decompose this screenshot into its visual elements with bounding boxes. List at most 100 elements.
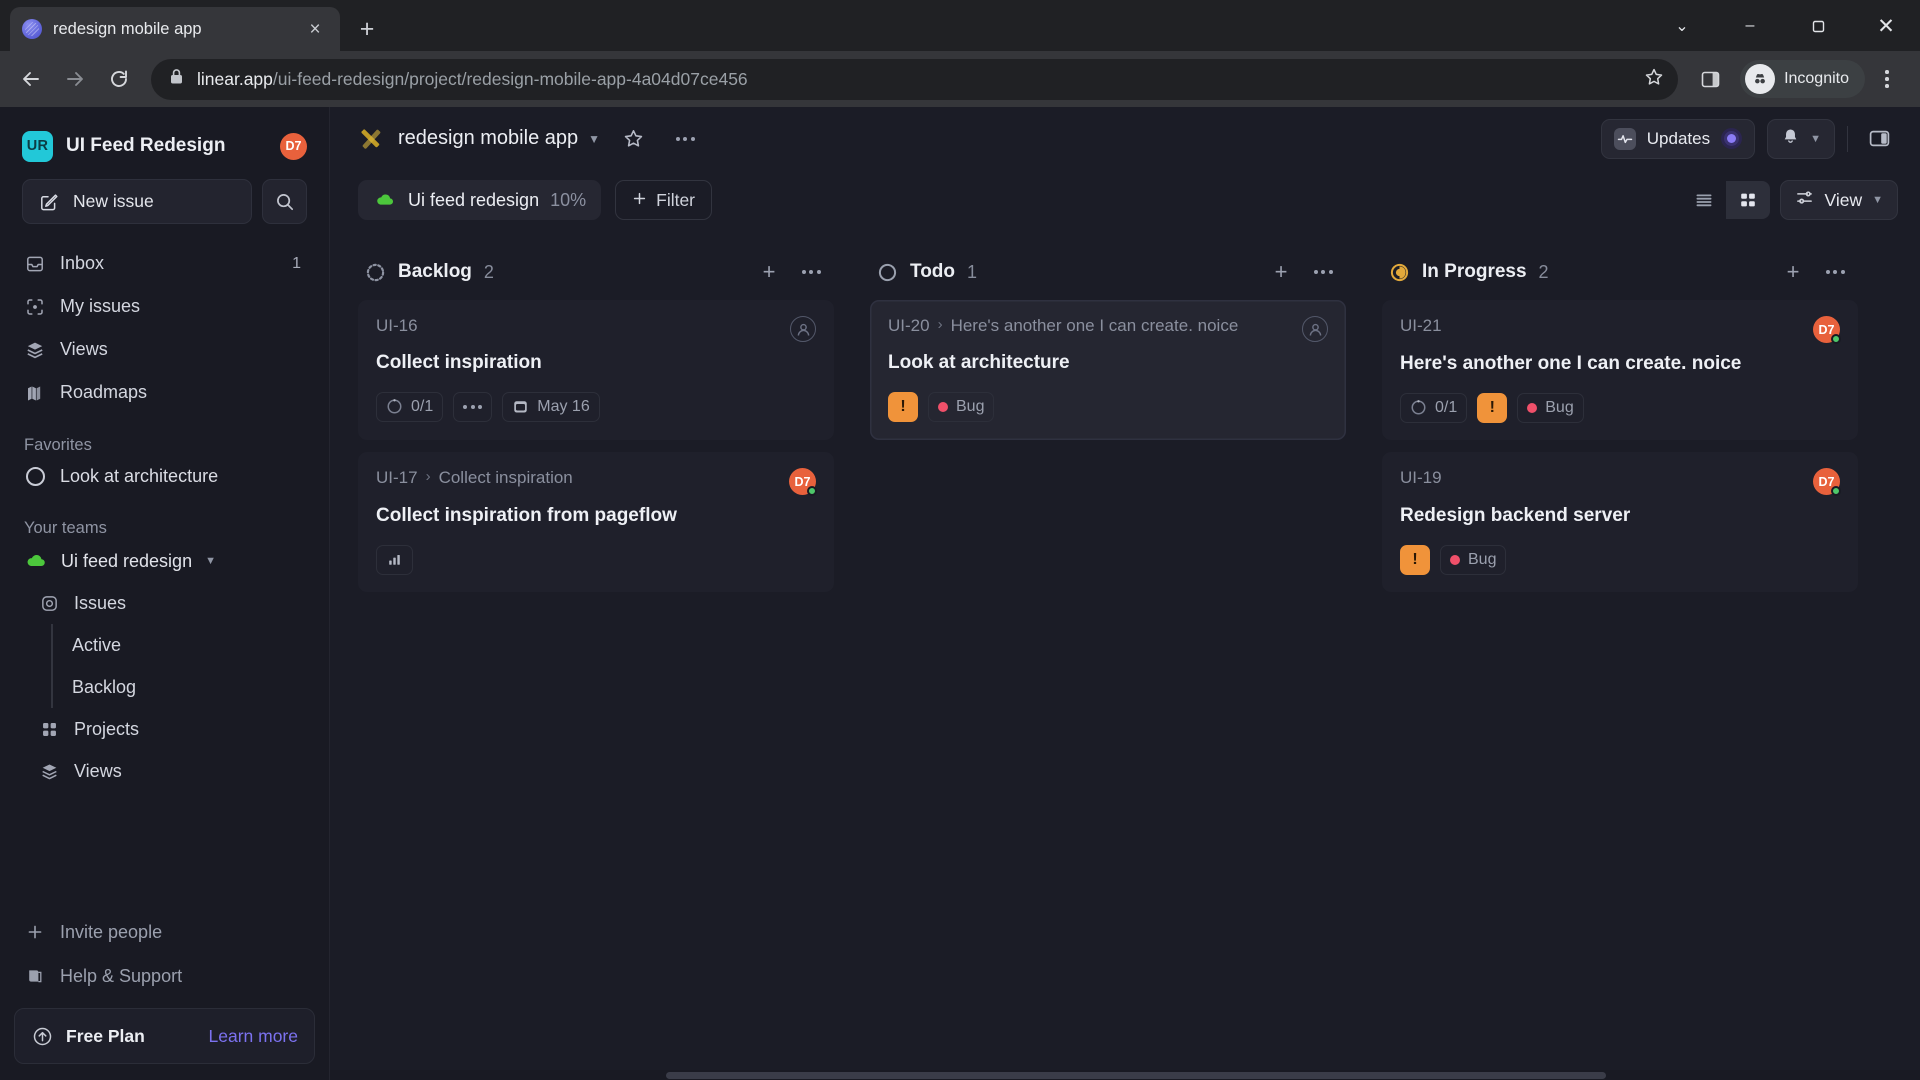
estimate-chip[interactable]: [376, 544, 413, 575]
new-issue-button[interactable]: New issue: [22, 179, 252, 224]
assignee-slot[interactable]: D7: [789, 468, 817, 496]
label-bug[interactable]: Bug: [928, 391, 995, 422]
assignee-slot[interactable]: [790, 316, 816, 342]
card-more-button[interactable]: [453, 391, 493, 422]
grid-view-icon[interactable]: [1726, 181, 1771, 219]
column-header: Backlog 2 +: [358, 244, 834, 300]
address-bar[interactable]: linear.app/ui-feed-redesign/project/rede…: [151, 58, 1679, 100]
panel-toggle-icon[interactable]: [1860, 120, 1898, 158]
sidebar-item-inbox[interactable]: Inbox 1: [14, 242, 315, 285]
close-tab-icon[interactable]: ×: [302, 16, 328, 42]
inbox-badge: 1: [292, 254, 301, 272]
search-button[interactable]: [262, 179, 307, 224]
chevron-down-icon[interactable]: ▼: [205, 555, 216, 567]
minimize-button[interactable]: –: [1716, 5, 1784, 47]
plan-card[interactable]: Free Plan Learn more: [14, 1008, 315, 1064]
backlog-dotted-circle-icon: [364, 261, 386, 283]
add-issue-button[interactable]: +: [752, 255, 786, 289]
issue-card[interactable]: UI-17 › Collect inspiration D7 Collect inspi…: [358, 452, 834, 592]
new-tab-button[interactable]: +: [350, 12, 384, 46]
help-support-label: Help & Support: [60, 965, 183, 986]
chevron-down-icon: ▼: [1872, 194, 1883, 206]
due-date-chip[interactable]: May 16: [502, 391, 600, 422]
reload-button[interactable]: [98, 59, 139, 100]
horizontal-scrollbar[interactable]: [330, 1070, 1920, 1080]
browser-tab[interactable]: redesign mobile app ×: [10, 7, 340, 51]
sub-issue-progress[interactable]: 0/1: [1400, 392, 1468, 423]
back-button[interactable]: [10, 59, 51, 100]
sidebar-item-team-views[interactable]: Views: [14, 750, 315, 792]
card-meta: 0/1 May 16: [376, 391, 816, 422]
sidebar-item-projects[interactable]: Projects: [14, 708, 315, 750]
tab-search-button[interactable]: ⌄: [1648, 5, 1716, 47]
browser-menu-button[interactable]: [1868, 60, 1906, 98]
project-chip-name: Ui feed redesign: [408, 189, 540, 210]
updates-status-badge: [1721, 128, 1743, 149]
sidebar-team-ui-feed-redesign[interactable]: Ui feed redesign ▼: [14, 540, 315, 582]
issue-card[interactable]: UI-20 › Here's another one I can create. n…: [870, 300, 1346, 440]
bug-dot-icon: [1527, 402, 1538, 413]
issue-card[interactable]: UI-19 D7 Redesign backend server! Bug: [1382, 452, 1858, 592]
progress-label: 0/1: [1435, 398, 1458, 416]
chevron-down-icon[interactable]: ▼: [1810, 133, 1821, 145]
todo-circle-icon: [876, 261, 898, 283]
maximize-button[interactable]: [1784, 5, 1852, 47]
url-domain: linear.app: [197, 68, 273, 89]
close-window-button[interactable]: ✕: [1852, 5, 1920, 47]
team-name: Ui feed redesign: [61, 550, 193, 571]
sidebar-item-issues[interactable]: Issues: [14, 582, 315, 624]
sidebar-item-active[interactable]: Active: [14, 624, 315, 666]
favorite-star-button[interactable]: [614, 120, 652, 158]
sub-issue-progress[interactable]: 0/1: [376, 391, 444, 422]
issue-title: Collect inspiration: [376, 352, 542, 373]
side-panel-button[interactable]: [1690, 59, 1731, 100]
learn-more-link[interactable]: Learn more: [209, 1026, 299, 1047]
priority-badge[interactable]: !: [1477, 392, 1508, 423]
sidebar-item-my-issues[interactable]: My issues: [14, 285, 315, 328]
help-support-button[interactable]: Help & Support: [14, 954, 315, 998]
priority-badge[interactable]: !: [888, 391, 918, 422]
column-more-button[interactable]: [794, 255, 828, 289]
add-issue-button[interactable]: +: [1776, 255, 1810, 289]
tab-favicon-icon: [22, 19, 42, 39]
label-bug[interactable]: Bug: [1517, 392, 1584, 423]
priority-badge[interactable]: !: [1400, 544, 1430, 575]
issue-card[interactable]: UI-21 D7 Here's another one I can create. …: [1382, 300, 1858, 440]
list-view-icon[interactable]: [1682, 181, 1726, 219]
view-options-button[interactable]: View ▼: [1780, 180, 1898, 220]
sidebar-item-look-at-architecture[interactable]: Look at architecture: [14, 455, 315, 497]
label-bug[interactable]: Bug: [1440, 544, 1507, 575]
user-avatar[interactable]: D7: [280, 132, 307, 160]
issue-card[interactable]: UI-16 Collect inspiration 0/1 May 16: [358, 300, 834, 440]
roadmaps-icon: [24, 382, 46, 404]
column-cards: UI-21 D7 Here's another one I can create. …: [1382, 300, 1858, 592]
sidebar-item-backlog[interactable]: Backlog: [14, 666, 315, 708]
assignee-avatar: D7: [1813, 316, 1841, 344]
column-count: 2: [1538, 261, 1549, 282]
column-more-button[interactable]: [1306, 255, 1340, 289]
sidebar-item-views[interactable]: Views: [14, 328, 315, 371]
project-filter-chip[interactable]: Ui feed redesign 10%: [358, 180, 602, 220]
assignee-slot[interactable]: D7: [1813, 468, 1841, 496]
assignee-slot[interactable]: [1302, 316, 1328, 342]
issue-id: UI-20: [888, 316, 930, 335]
plus-icon: [24, 921, 46, 943]
unassigned-avatar-icon: [1302, 316, 1328, 342]
column-more-button[interactable]: [1818, 255, 1852, 289]
invite-people-button[interactable]: Invite people: [14, 910, 315, 954]
assignee-slot[interactable]: D7: [1813, 316, 1841, 344]
url-text: linear.app/ui-feed-redesign/project/rede…: [197, 69, 1631, 90]
notifications-button[interactable]: ▼: [1767, 118, 1835, 159]
forward-button[interactable]: [54, 59, 95, 100]
bookmark-star-icon[interactable]: [1644, 67, 1664, 92]
add-issue-button[interactable]: +: [1264, 255, 1298, 289]
updates-button[interactable]: Updates: [1600, 118, 1756, 159]
sidebar-item-roadmaps[interactable]: Roadmaps: [14, 371, 315, 414]
chevron-down-icon[interactable]: ▼: [588, 132, 600, 146]
filter-button[interactable]: Filter: [615, 180, 713, 220]
profile-incognito-indicator[interactable]: Incognito: [1740, 60, 1865, 98]
views-icon: [38, 760, 60, 782]
page-more-button[interactable]: [666, 120, 704, 158]
workspace-switcher[interactable]: UR UI Feed Redesign D7: [22, 125, 307, 167]
plus-icon: [632, 190, 647, 211]
